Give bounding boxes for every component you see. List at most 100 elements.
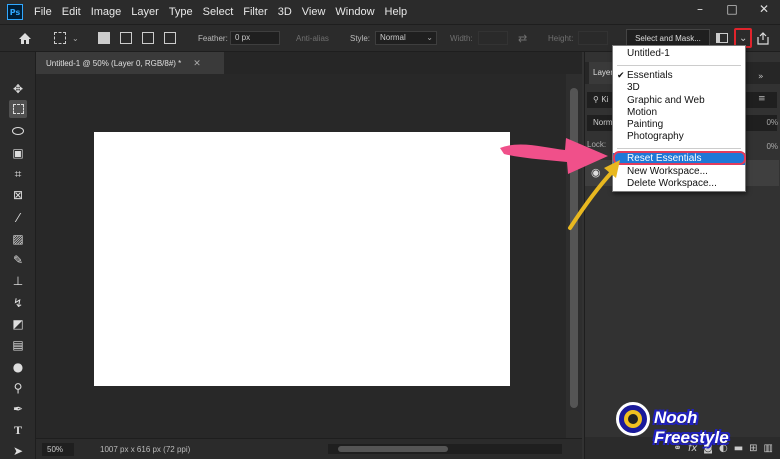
document-tab[interactable]: Untitled-1 @ 50% (Layer 0, RGB/8#) * ✕	[36, 52, 224, 74]
vertical-scrollbar[interactable]	[566, 74, 582, 438]
horizontal-scroll-thumb[interactable]	[338, 446, 448, 452]
frame-tool-icon[interactable]: ⊠	[9, 186, 27, 204]
workspace-item-label: Photography	[627, 131, 684, 142]
menu-3d[interactable]: 3D	[273, 0, 297, 24]
close-tab-icon[interactable]: ✕	[193, 58, 201, 69]
home-icon[interactable]	[18, 25, 32, 51]
opacity-value[interactable]: 0%	[766, 118, 778, 127]
dodge-tool-icon[interactable]: ⚲	[9, 379, 27, 397]
width-input[interactable]	[478, 31, 508, 45]
workspace-item-new-workspace[interactable]: New Workspace...	[613, 166, 745, 178]
history-brush-tool-icon[interactable]: ↯	[9, 294, 27, 312]
horizontal-scrollbar[interactable]	[328, 444, 562, 454]
menu-bar: Ps File Edit Image Layer Type Select Fil…	[0, 0, 780, 24]
subtract-selection-icon[interactable]	[142, 25, 154, 51]
gradient-tool-icon[interactable]: ▤	[9, 336, 27, 354]
feather-label: Feather:	[198, 33, 228, 43]
menu-filter[interactable]: Filter	[238, 0, 272, 24]
workspace-item-label: Motion	[627, 107, 658, 118]
share-icon[interactable]	[757, 25, 769, 51]
marquee-tool-preset-icon[interactable]: ⌄	[54, 25, 79, 51]
workspace-item-label: Untitled-1	[627, 48, 670, 59]
canvas-area[interactable]	[36, 74, 566, 438]
add-selection-icon[interactable]	[120, 25, 132, 51]
menu-layer[interactable]: Layer	[126, 0, 164, 24]
document-tab-bar: Untitled-1 @ 50% (Layer 0, RGB/8#) * ✕	[36, 52, 582, 74]
healing-brush-tool-icon[interactable]: ▨	[9, 230, 27, 248]
height-input[interactable]	[578, 31, 608, 45]
photoshop-logo-icon: Ps	[7, 4, 23, 20]
quick-selection-tool-icon[interactable]: ▣	[9, 144, 27, 162]
workspace-item-label: 3D	[627, 82, 640, 93]
menu-type[interactable]: Type	[164, 0, 198, 24]
workspace-item-label: Essentials	[627, 70, 673, 81]
blend-mode-value: Norm	[593, 118, 613, 127]
menu-view[interactable]: View	[297, 0, 331, 24]
workspace-item-painting[interactable]: Painting	[613, 119, 745, 131]
workspace-item-untitled[interactable]: Untitled-1	[613, 48, 745, 60]
swap-icon[interactable]: ⇄	[518, 25, 527, 51]
intersect-selection-icon[interactable]	[164, 25, 176, 51]
chevron-down-icon: ⌄	[426, 33, 433, 42]
new-selection-icon[interactable]	[98, 25, 110, 51]
watermark-emblem-icon	[616, 402, 650, 436]
workspace-item-essentials[interactable]: ✔ Essentials	[613, 70, 745, 82]
brush-tool-icon[interactable]: ✎	[9, 251, 27, 269]
watermark-text: Nooh Freestyle	[654, 408, 729, 447]
watermark-logo: Nooh Freestyle	[614, 400, 772, 447]
workspace-item-3d[interactable]: 3D	[613, 82, 745, 94]
reset-essentials-highlight-ring	[613, 151, 746, 165]
menu-help[interactable]: Help	[380, 0, 413, 24]
layer-filter-value: Ki	[601, 95, 609, 104]
anti-alias-label[interactable]: Anti-alias	[296, 25, 329, 51]
feather-input-wrap: 0 px	[230, 25, 280, 51]
menu-divider	[617, 65, 741, 66]
style-select-wrap: Normal ⌄	[375, 25, 437, 51]
lock-label: Lock:	[587, 140, 607, 149]
tools-panel: ✥ ▣ ⌗ ⊠ ⁄ ▨ ✎ ⊥ ↯ ◩ ▤ ● ⚲ ✒ T ➤	[0, 52, 36, 459]
workspace-item-delete-workspace[interactable]: Delete Workspace...	[613, 178, 745, 190]
blur-tool-icon[interactable]: ●	[9, 358, 27, 376]
workspace-item-label: New Workspace...	[627, 166, 708, 177]
minimize-button[interactable]: –	[684, 0, 716, 20]
fill-value[interactable]: 0%	[766, 142, 778, 151]
menu-divider	[617, 148, 741, 149]
clone-stamp-tool-icon[interactable]: ⊥	[9, 272, 27, 290]
feather-input[interactable]: 0 px	[230, 31, 280, 45]
maximize-button[interactable]: □	[716, 0, 748, 20]
checkmark-icon: ✔	[617, 71, 625, 81]
menu-image[interactable]: Image	[86, 0, 127, 24]
workspace-item-graphic-web[interactable]: Graphic and Web	[613, 95, 745, 107]
document-info[interactable]: 1007 px x 616 px (72 ppi)	[100, 443, 190, 456]
style-select[interactable]: Normal ⌄	[375, 31, 437, 45]
type-tool-icon[interactable]: T	[9, 421, 27, 439]
workspace-item-motion[interactable]: Motion	[613, 107, 745, 119]
eye-icon[interactable]: ◉	[591, 166, 601, 179]
document-canvas[interactable]	[94, 132, 510, 386]
menu-window[interactable]: Window	[330, 0, 379, 24]
pen-tool-icon[interactable]: ✒	[9, 400, 27, 418]
vertical-scroll-thumb[interactable]	[570, 88, 578, 408]
menu-edit[interactable]: Edit	[57, 0, 86, 24]
move-tool-icon[interactable]: ✥	[9, 80, 27, 98]
panel-menu-icon[interactable]: ≡	[758, 94, 772, 104]
lasso-tool-icon[interactable]	[9, 122, 27, 140]
panel-side-icons: » ≡	[758, 72, 772, 116]
status-bar: 50% 1007 px x 616 px (72 ppi)	[36, 438, 582, 459]
workspace-item-photography[interactable]: Photography	[613, 131, 745, 143]
width-input-wrap	[478, 25, 508, 51]
path-selection-tool-icon[interactable]: ➤	[9, 442, 27, 459]
eyedropper-tool-icon[interactable]: ⁄	[9, 209, 27, 227]
close-button[interactable]: ✕	[748, 0, 780, 20]
height-label: Height:	[548, 33, 574, 43]
collapse-panels-icon[interactable]: »	[758, 72, 772, 82]
workspace-item-label: Graphic and Web	[627, 95, 705, 106]
crop-tool-icon[interactable]: ⌗	[9, 165, 27, 183]
zoom-field[interactable]: 50%	[42, 443, 74, 456]
menu-select[interactable]: Select	[198, 0, 239, 24]
document-tab-title: Untitled-1 @ 50% (Layer 0, RGB/8#) *	[46, 58, 182, 68]
rectangular-marquee-tool-icon[interactable]	[9, 100, 27, 118]
eraser-tool-icon[interactable]: ◩	[9, 315, 27, 333]
window-controls: – □ ✕	[684, 0, 780, 20]
menu-file[interactable]: File	[29, 0, 57, 24]
